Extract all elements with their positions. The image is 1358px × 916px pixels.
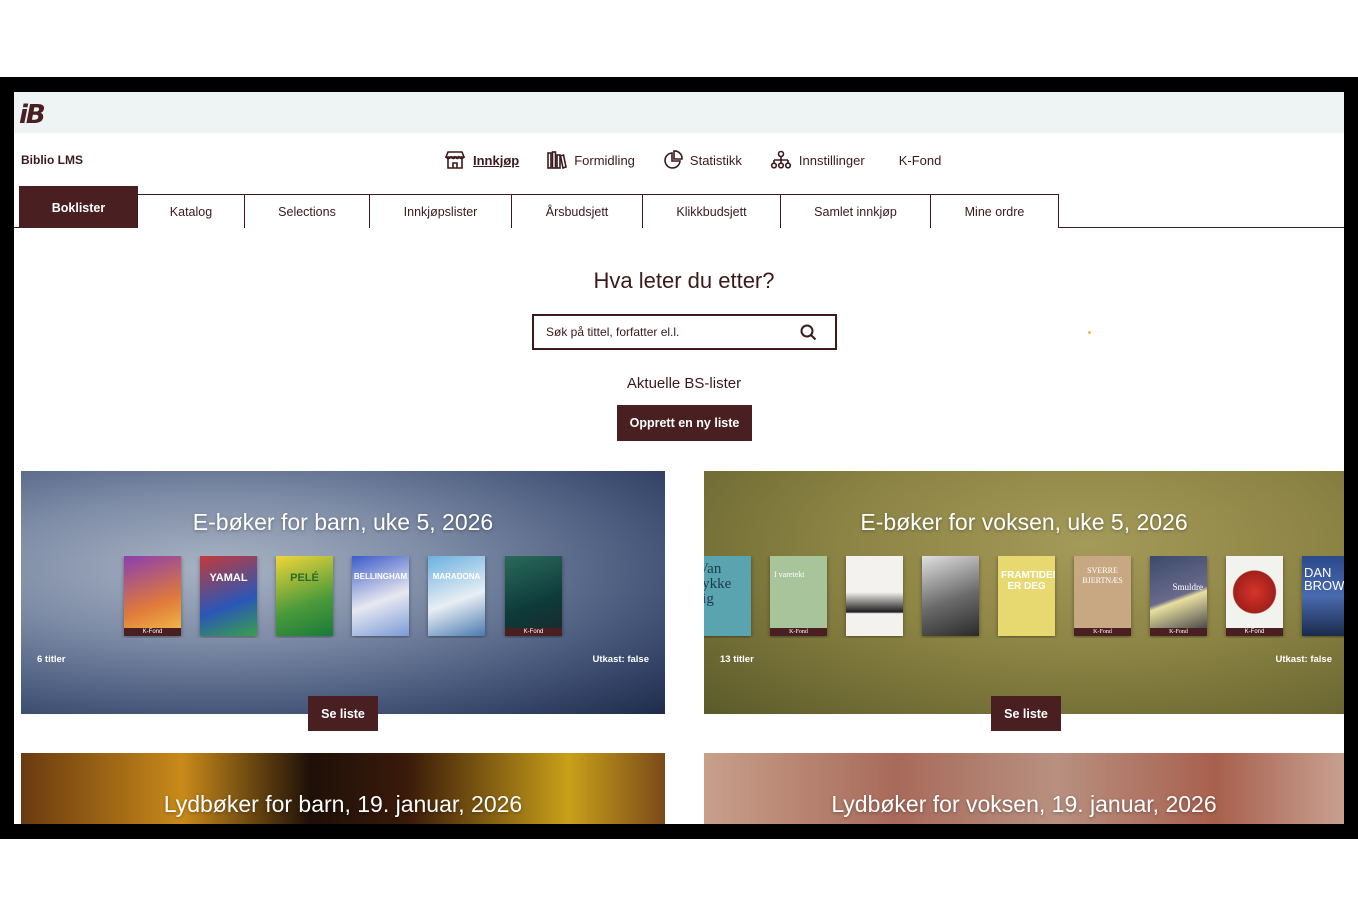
book-cover[interactable]: I varetekt K-Fond [770, 556, 827, 636]
book-cover-title: I varetekt [774, 570, 805, 579]
nav-label-innstillinger: Innstillinger [798, 152, 865, 168]
book-cover[interactable]: YAMAL [200, 556, 257, 636]
tab-innkjopslister[interactable]: Innkjøpslister [369, 194, 512, 228]
book-cover[interactable]: SVERRE BJERTNÆS K-Fond [1074, 556, 1131, 636]
main-nav: Innkjøp Formidling Statistikk Innstillin… [444, 149, 969, 171]
book-cover[interactable] [922, 556, 979, 636]
k-fond-badge: K-Fond [1226, 628, 1283, 636]
book-cover-title: PELÉ [290, 572, 319, 584]
list-card[interactable]: E-bøker for voksen, uke 5, 2026 Van lykk… [704, 471, 1344, 731]
book-covers: Van lykke lig I varetekt K-Fond FRAMTIDE… [704, 556, 1344, 638]
search-heading: Hva leter du etter? [593, 268, 775, 293]
book-cover-title: FRAMTIDEN ER DEG [1001, 570, 1055, 592]
book-cover[interactable]: MARADONA [428, 556, 485, 636]
see-list-button[interactable]: Se liste [308, 696, 378, 731]
nav-item-k-fond[interactable]: K-Fond [899, 153, 942, 168]
tab-mine-ordre[interactable]: Mine ordre [930, 194, 1059, 228]
create-list-button[interactable]: Opprett en ny liste [617, 405, 752, 441]
list-card[interactable]: Lydbøker for voksen, 19. januar, 2026 [704, 753, 1344, 824]
see-list-button[interactable]: Se liste [991, 696, 1061, 731]
book-cover-title: YAMAL [209, 572, 248, 584]
tab-boklister[interactable]: Boklister [19, 186, 138, 228]
card-title: Lydbøker for voksen, 19. januar, 2026 [831, 791, 1217, 817]
title-count: 6 titler [37, 654, 66, 665]
draft-status: Utkast: false [592, 654, 650, 665]
lists-heading: Aktuelle BS-lister [626, 375, 742, 392]
nav-label-statistikk: Statistikk [689, 152, 742, 168]
book-cover[interactable]: K-Fond [1226, 556, 1283, 636]
k-fond-badge: K-Fond [505, 628, 562, 636]
hierarchy-icon [770, 150, 792, 169]
nav-item-innkjop[interactable]: Innkjøp [444, 150, 519, 170]
tab-katalog[interactable]: Katalog [137, 194, 245, 228]
title-count: 13 titler [720, 654, 754, 665]
draft-status: Utkast: false [1275, 654, 1333, 665]
nav-label-innkjop: Innkjøp [473, 152, 520, 168]
book-cover[interactable]: DAN BROWN [1302, 556, 1344, 636]
k-fond-badge: K-Fond [1150, 628, 1207, 636]
tab-arsbudsjett[interactable]: Årsbudsjett [511, 194, 643, 228]
card-title: Lydbøker for barn, 19. januar, 2026 [163, 791, 523, 817]
book-cover-title: DAN BROWN [1304, 565, 1344, 593]
pie-chart-icon [664, 150, 683, 169]
tab-selections[interactable]: Selections [244, 194, 370, 228]
book-cover[interactable]: Smuldre K-Fond [1150, 556, 1207, 636]
nav-item-formidling[interactable]: Formidling [547, 151, 635, 169]
nav-label-k-fond: K-Fond [898, 152, 942, 168]
k-fond-badge: K-Fond [770, 628, 827, 636]
book-cover-title: BELLINGHAM [353, 572, 408, 581]
search-box [532, 314, 837, 350]
store-icon [444, 151, 466, 169]
book-cover[interactable]: PELÉ [276, 556, 333, 636]
tab-samlet-innkjop[interactable]: Samlet innkjøp [780, 194, 931, 228]
book-cover-title: SVERRE BJERTNÆS [1082, 566, 1123, 585]
book-cover[interactable]: BELLINGHAM [352, 556, 409, 636]
brand-name: Biblio LMS [21, 153, 83, 167]
book-cover[interactable] [846, 556, 903, 636]
sub-tabs: Boklister Katalog Selections Innkjøpslis… [14, 185, 1344, 228]
search-icon[interactable] [800, 324, 817, 341]
card-title: E-bøker for barn, uke 5, 2026 [192, 509, 494, 535]
list-card[interactable]: Lydbøker for barn, 19. januar, 2026 [21, 753, 665, 824]
nav-item-statistikk[interactable]: Statistikk [663, 150, 742, 170]
nav-label-formidling: Formidling [574, 152, 635, 168]
nav-item-innstillinger[interactable]: Innstillinger [770, 150, 865, 170]
decorative-dot [1088, 331, 1091, 334]
card-title: E-bøker for voksen, uke 5, 2026 [860, 509, 1188, 535]
app-logo[interactable]: iB [19, 100, 46, 130]
book-covers: K-Fond YAMAL PELÉ BELLINGHAM MARADONA K-… [21, 556, 665, 638]
book-cover[interactable]: FRAMTIDEN ER DEG [998, 556, 1055, 636]
list-card[interactable]: E-bøker for barn, uke 5, 2026 K-Fond YAM… [21, 471, 665, 731]
k-fond-badge: K-Fond [124, 628, 181, 636]
book-cover-title: Van lykke lig [704, 561, 732, 607]
search-input[interactable] [534, 316, 784, 348]
top-bar: iB [14, 92, 1344, 133]
book-cover-title: MARADONA [432, 572, 481, 581]
screenshot-frame: iB Biblio LMS Innkjøp Formidling Statist… [0, 77, 1358, 839]
app-window: iB Biblio LMS Innkjøp Formidling Statist… [14, 92, 1344, 824]
k-fond-badge: K-Fond [1074, 628, 1131, 636]
books-icon [547, 151, 568, 169]
book-cover[interactable]: K-Fond [505, 556, 562, 636]
book-cover[interactable]: Van lykke lig [704, 556, 751, 636]
book-cover-title: Smuldre [1172, 582, 1204, 592]
tab-klikkbudsjett[interactable]: Klikkbudsjett [642, 194, 781, 228]
book-cover[interactable]: K-Fond [124, 556, 181, 636]
